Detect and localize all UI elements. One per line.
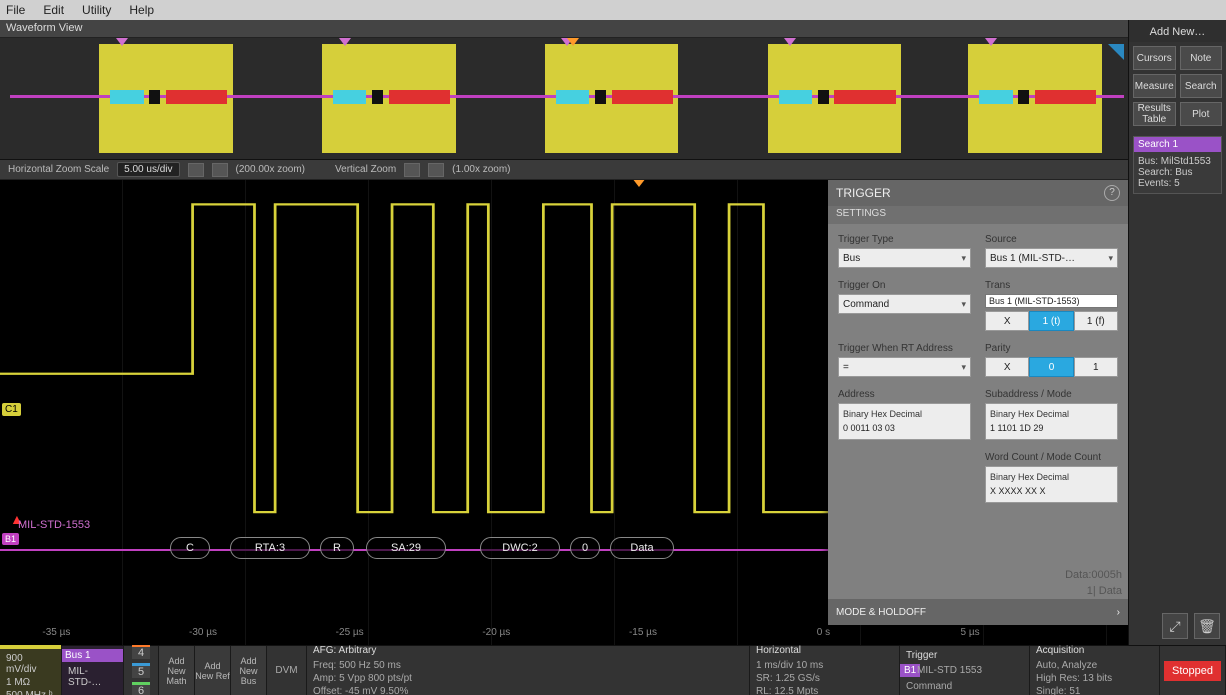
trigger-on-select[interactable]: Command (838, 294, 971, 314)
trigger-when-select[interactable]: = (838, 357, 971, 377)
search-card-line2: Search: Bus (1138, 167, 1217, 178)
search-result-card[interactable]: Search 1 Bus: MilStd1553 Search: Bus Eve… (1133, 136, 1222, 194)
menu-utility[interactable]: Utility (82, 3, 111, 17)
bus1-card[interactable]: Bus 1 MIL-STD-… (62, 646, 124, 695)
waveform-display[interactable]: C1 ▲ B1 MIL-STD-1553 C RTA:3 R SA:29 DWC… (0, 180, 1128, 645)
search-button[interactable]: Search (1180, 74, 1223, 98)
decode-dim-data2: 1| Data (1087, 585, 1122, 597)
vzoom-dec-button[interactable] (404, 163, 420, 177)
add-ref-button[interactable]: Add New Ref (195, 646, 231, 695)
trigger-source-select[interactable]: Bus 1 (MIL-STD-… (985, 248, 1118, 268)
time-axis: -35 µs -30 µs -25 µs -20 µs -15 µs 0 s 5… (0, 627, 1128, 641)
decode-field-rta[interactable]: RTA:3 (230, 537, 310, 559)
trigger-subaddress-value[interactable]: Binary Hex Decimal 1 1101 1D 29 (985, 403, 1118, 440)
menu-edit[interactable]: Edit (43, 3, 64, 17)
chevron-right-icon: › (1117, 607, 1120, 618)
vzoom-detail: (1.00x zoom) (452, 164, 510, 175)
trigger-panel: TRIGGER ? SETTINGS Trigger Type Bus Sour… (828, 180, 1128, 625)
decode-field-c[interactable]: C (170, 537, 210, 559)
horizontal-info[interactable]: Horizontal 1 ms/div 10 ms SR: 1.25 GS/s … (750, 646, 900, 695)
search-card-line1: Bus: MilStd1553 (1138, 156, 1217, 167)
trigger-wordcount-value[interactable]: Binary Hex Decimal X XXXX XX X (985, 466, 1118, 503)
acquisition-info[interactable]: Acquisition Auto, Analyze High Res: 13 b… (1030, 646, 1160, 695)
overview-cursor[interactable] (1108, 44, 1124, 60)
bottom-toolbar: Ch 1 900 mV/div 1 MΩ 500 MHz ᵇ Bus 1 MIL… (0, 645, 1226, 695)
trash-icon[interactable]: 🗑 (1194, 613, 1220, 639)
trigger-type-label: Trigger Type (838, 234, 971, 245)
add-new-label: Add New… (1129, 20, 1226, 42)
trigger-on-label: Trigger On (838, 280, 971, 291)
waveform-view-title: Waveform View (0, 20, 1128, 38)
afg-info[interactable]: AFG: Arbitrary Freq: 500 Hz 50 ms Amp: 5… (307, 646, 750, 695)
hzoom-label: Horizontal Zoom Scale (8, 164, 109, 175)
trigger-address-value[interactable]: Binary Hex Decimal 0 0011 03 03 (838, 403, 971, 440)
search-card-title: Search 1 (1134, 137, 1221, 152)
hzoom-detail: (200.00x zoom) (236, 164, 305, 175)
decode-field-r[interactable]: R (320, 537, 354, 559)
trigger-when-label: Trigger When RT Address (838, 343, 971, 354)
plot-button[interactable]: Plot (1180, 102, 1223, 126)
vzoom-inc-button[interactable] (428, 163, 444, 177)
trigger-panel-title: TRIGGER (836, 186, 891, 200)
trigger-trans-label: Trans (985, 280, 1118, 291)
trigger-info[interactable]: Trigger B1 MIL-STD 1553 Command (900, 646, 1030, 695)
side-panel: Add New… Cursors Note Measure Search Res… (1128, 20, 1226, 645)
help-icon[interactable]: ? (1104, 185, 1120, 201)
zoom-toolbar: Horizontal Zoom Scale 5.00 us/div (200.0… (0, 160, 1128, 180)
note-button[interactable]: Note (1180, 46, 1223, 70)
trigger-parity-segmented[interactable]: X 0 1 (985, 357, 1118, 377)
measure-button[interactable]: Measure (1133, 74, 1176, 98)
trigger-trans-tooltip: Bus 1 (MIL-STD-1553) (985, 294, 1118, 308)
channel1-badge[interactable]: C1 (2, 403, 21, 416)
hzoom-value[interactable]: 5.00 us/div (117, 162, 179, 177)
zoom-tool-icon[interactable]: ⤢ (1162, 613, 1188, 639)
results-table-button[interactable]: Results Table (1133, 102, 1176, 126)
trigger-parity-label: Parity (985, 343, 1118, 354)
menubar: File Edit Utility Help (0, 0, 1226, 20)
add-math-button[interactable]: Add New Math (159, 646, 195, 695)
decode-field-sa[interactable]: SA:29 (366, 537, 446, 559)
trigger-type-select[interactable]: Bus (838, 248, 971, 268)
add-ch5-button[interactable]: 5 (132, 663, 150, 678)
channel1-card[interactable]: Ch 1 900 mV/div 1 MΩ 500 MHz ᵇ (0, 646, 62, 695)
hzoom-dec-button[interactable] (188, 163, 204, 177)
run-state[interactable]: Stopped (1160, 646, 1226, 695)
cursors-button[interactable]: Cursors (1133, 46, 1176, 70)
decode-field-data[interactable]: Data (610, 537, 674, 559)
trigger-source-label: Source (985, 234, 1118, 245)
decode-protocol-label: MIL-STD-1553 (18, 519, 90, 531)
menu-help[interactable]: Help (129, 3, 154, 17)
decode-field-dwc[interactable]: DWC:2 (480, 537, 560, 559)
hzoom-inc-button[interactable] (212, 163, 228, 177)
trigger-wordcount-label: Word Count / Mode Count (985, 452, 1118, 463)
trigger-trans-segmented[interactable]: X 1 (t) 1 (f) (985, 311, 1118, 331)
add-bus-button[interactable]: Add New Bus (231, 646, 267, 695)
stopped-badge: Stopped (1164, 661, 1221, 681)
decode-dim-data: Data:0005h (1065, 569, 1122, 581)
search-card-line3: Events: 5 (1138, 178, 1217, 189)
add-ch6-button[interactable]: 6 (132, 682, 150, 695)
trigger-subaddress-label: Subaddress / Mode (985, 389, 1118, 400)
decode-field-parity[interactable]: 0 (570, 537, 600, 559)
menu-file[interactable]: File (6, 3, 25, 17)
dvm-button[interactable]: DVM (267, 646, 307, 695)
overview-timeline[interactable] (0, 38, 1128, 160)
add-ch4-button[interactable]: 4 (132, 644, 150, 659)
vzoom-label: Vertical Zoom (335, 164, 396, 175)
trigger-address-label: Address (838, 389, 971, 400)
trigger-mode-holdoff[interactable]: MODE & HOLDOFF› (828, 599, 1128, 625)
trigger-settings-header: SETTINGS (828, 206, 1128, 224)
